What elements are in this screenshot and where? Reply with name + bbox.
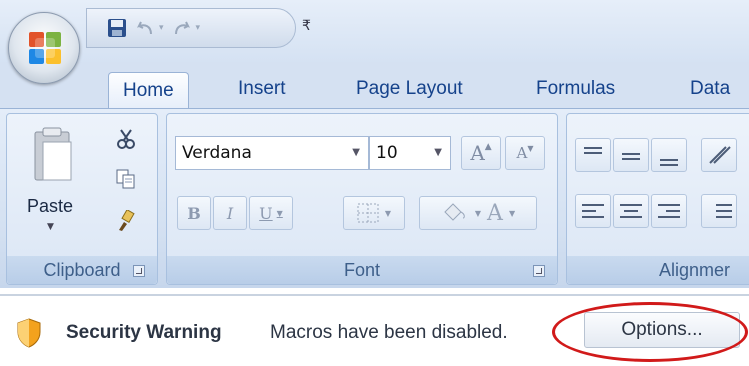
shrink-font-icon: A xyxy=(516,144,528,162)
fill-and-font-color-buttons[interactable]: ▼ A ▼ xyxy=(419,196,537,230)
font-group-label: Font xyxy=(167,256,557,284)
bold-icon: B xyxy=(187,203,201,223)
security-warning-title: Security Warning xyxy=(66,322,222,343)
redo-icon xyxy=(174,21,190,35)
shrink-font-button[interactable]: A ▼ xyxy=(505,136,545,170)
office-button[interactable] xyxy=(8,12,80,84)
tab-formulas[interactable]: Formulas xyxy=(536,74,615,104)
grow-font-button[interactable]: A ▲ xyxy=(461,136,501,170)
italic-button[interactable]: I xyxy=(213,196,247,230)
tab-data[interactable]: Data xyxy=(690,74,730,104)
security-message-bar: Security Warning Macros have been disabl… xyxy=(0,294,749,366)
redo-button[interactable]: ▾ xyxy=(172,20,201,36)
copy-icon[interactable] xyxy=(115,168,137,190)
font-size-value: 10 xyxy=(376,143,398,163)
align-middle-button[interactable] xyxy=(613,138,649,172)
alignment-group-label: Alignmer xyxy=(567,256,749,284)
clipboard-dialog-launcher[interactable] xyxy=(133,265,145,277)
font-color-icon[interactable]: A xyxy=(487,201,503,226)
options-button[interactable]: Options... xyxy=(584,312,740,348)
align-bottom-button[interactable] xyxy=(651,138,687,172)
undo-button[interactable]: ▾ xyxy=(135,20,164,36)
undo-icon xyxy=(137,21,152,35)
paste-dropdown-icon[interactable]: ▼ xyxy=(47,222,54,232)
ribbon-tabs: Home Insert Page Layout Formulas Data xyxy=(0,62,749,110)
paste-icon xyxy=(34,127,72,181)
font-size-dropdown-icon[interactable]: ▼ xyxy=(434,147,442,158)
ribbon: Paste ▼ Clipboard Verdana ▼ 10 ▼ A ▲ A ▼… xyxy=(0,108,749,288)
tab-insert[interactable]: Insert xyxy=(238,74,286,104)
cut-icon[interactable] xyxy=(115,128,137,150)
orientation-icon xyxy=(709,146,731,164)
format-painter-icon[interactable] xyxy=(115,210,137,232)
font-name-dropdown-icon[interactable]: ▼ xyxy=(352,147,360,158)
save-button[interactable] xyxy=(107,18,127,38)
paste-label: Paste xyxy=(27,196,74,216)
underline-button[interactable]: U ▼ xyxy=(249,196,293,230)
bold-button[interactable]: B xyxy=(177,196,211,230)
customize-toolbar-icon[interactable]: ₹ xyxy=(302,18,311,34)
font-group: Verdana ▼ 10 ▼ A ▲ A ▼ B I U ▼ ▼ ▼ A ▼ F… xyxy=(166,113,558,285)
align-left-button[interactable] xyxy=(575,194,611,228)
security-shield-icon xyxy=(17,318,41,348)
align-top-button[interactable] xyxy=(575,138,611,172)
title-bar: ▾ ▾ ₹ xyxy=(0,0,749,62)
redo-dropdown-icon[interactable]: ▾ xyxy=(196,23,201,33)
orientation-button[interactable] xyxy=(701,138,737,172)
save-icon xyxy=(108,19,126,37)
options-button-label: Options... xyxy=(621,319,703,340)
tab-home[interactable]: Home xyxy=(108,72,189,109)
clipboard-group: Paste ▼ Clipboard xyxy=(6,113,158,285)
font-name-value: Verdana xyxy=(182,143,252,163)
indent-button[interactable] xyxy=(701,194,737,228)
borders-button[interactable]: ▼ xyxy=(343,196,405,230)
align-right-button[interactable] xyxy=(651,194,687,228)
font-dialog-launcher[interactable] xyxy=(533,265,545,277)
quick-access-toolbar: ▾ ▾ xyxy=(86,8,296,48)
font-size-combo[interactable]: 10 ▼ xyxy=(369,136,451,170)
alignment-group: Alignmer xyxy=(566,113,749,285)
font-name-combo[interactable]: Verdana ▼ xyxy=(175,136,369,170)
italic-icon: I xyxy=(226,203,234,223)
office-logo-icon xyxy=(29,32,61,64)
underline-icon: U xyxy=(259,203,273,223)
grow-font-icon: A xyxy=(470,141,485,165)
security-warning-message: Macros have been disabled. xyxy=(270,322,508,343)
fill-color-icon[interactable] xyxy=(441,202,469,224)
borders-icon xyxy=(357,203,379,223)
undo-dropdown-icon[interactable]: ▾ xyxy=(159,23,164,33)
align-center-button[interactable] xyxy=(613,194,649,228)
tab-page-layout[interactable]: Page Layout xyxy=(356,74,463,104)
